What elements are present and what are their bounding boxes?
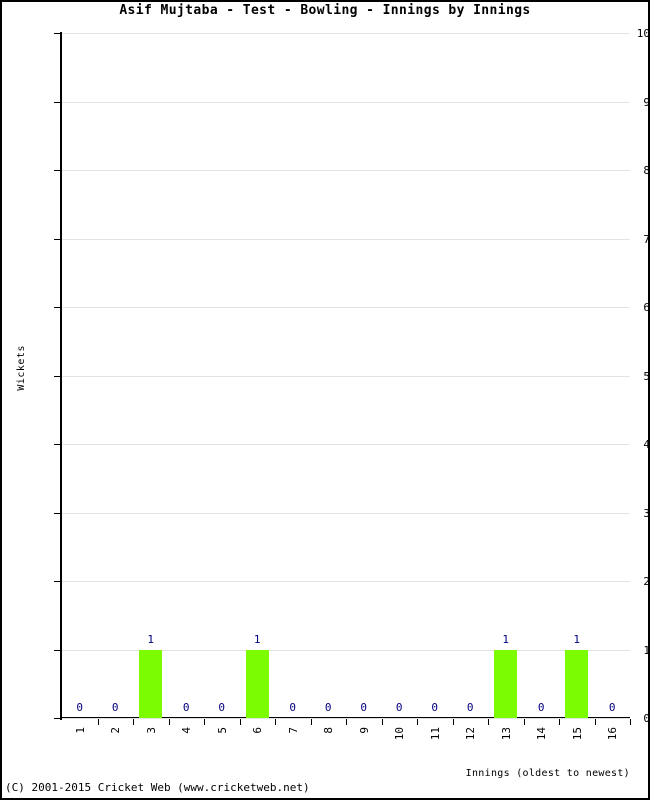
bar-slot[interactable]: 1 [494, 33, 518, 718]
bar-slot[interactable]: 0 [281, 33, 304, 718]
x-tick-label: 8 [322, 727, 336, 734]
x-tick-mark [133, 719, 134, 725]
bar-value-label: 0 [111, 701, 119, 714]
x-tick-mark [275, 719, 276, 725]
bar-slot[interactable]: 0 [175, 33, 198, 718]
x-tick-mark [346, 719, 347, 725]
x-tick-label: 16 [606, 727, 620, 741]
bar-slot[interactable]: 0 [459, 33, 482, 718]
bar-value-label: 0 [360, 701, 368, 714]
x-tick-mark [488, 719, 489, 725]
page-border-top [0, 0, 650, 2]
x-tick-mark [310, 719, 312, 725]
y-tick-mark [54, 238, 60, 240]
page-border-left [0, 0, 2, 800]
y-tick-mark [54, 375, 60, 377]
bar-slot[interactable]: 0 [352, 33, 375, 718]
bar-value-label: 1 [502, 632, 510, 646]
x-tick-mark [168, 719, 170, 725]
chart-page: Asif Mujtaba - Test - Bowling - Innings … [0, 0, 650, 800]
bar-slot[interactable]: 0 [530, 33, 553, 718]
x-tick-label: 1 [73, 727, 87, 734]
bar-slot[interactable]: 0 [317, 33, 340, 718]
bar-slot[interactable]: 0 [68, 33, 91, 718]
x-axis-title: Innings (oldest to newest) [465, 768, 630, 779]
y-tick-mark [54, 649, 60, 651]
bar-value-label: 0 [218, 701, 226, 714]
x-tick-label: 2 [109, 727, 123, 734]
x-tick-mark [559, 719, 560, 725]
x-tick-label: 6 [251, 727, 265, 734]
bar-value-label: 1 [147, 632, 155, 646]
bar[interactable] [139, 649, 163, 718]
bar-slot[interactable]: 1 [245, 33, 269, 718]
bar-value-label: 0 [537, 701, 545, 714]
x-tick-label: 15 [570, 727, 584, 741]
bar-value-label: 0 [466, 701, 474, 714]
x-tick-label: 4 [180, 727, 194, 734]
bar-value-label: 0 [182, 701, 190, 714]
bar-value-label: 0 [289, 701, 297, 714]
x-tick-label: 13 [499, 727, 513, 741]
bar-slot[interactable]: 0 [423, 33, 446, 718]
y-tick-mark [54, 512, 60, 514]
y-tick-mark [54, 581, 60, 582]
x-tick-mark [417, 719, 418, 725]
x-tick-label: 7 [286, 727, 300, 734]
y-tick-mark [54, 307, 60, 308]
x-tick-mark [452, 719, 454, 725]
x-tick-mark [523, 719, 525, 725]
bar-value-label: 0 [608, 701, 616, 714]
bar-value-label: 0 [324, 701, 332, 714]
x-tick-label: 5 [215, 727, 229, 734]
bar-slot[interactable]: 1 [565, 33, 589, 718]
bar[interactable] [565, 649, 589, 718]
footer-copyright: (C) 2001-2015 Cricket Web (www.cricketwe… [5, 781, 310, 794]
bar-slot[interactable]: 0 [210, 33, 233, 718]
bar-slot[interactable]: 0 [601, 33, 624, 718]
bar-value-label: 0 [431, 701, 439, 714]
y-tick-mark [54, 718, 60, 719]
x-tick-label: 9 [357, 727, 371, 734]
bar-slot[interactable]: 0 [104, 33, 127, 718]
plot-area: 0 0 1 0 0 1 0 0 0 0 0 0 1 0 1 0 [62, 33, 630, 719]
x-tick-mark [381, 719, 383, 725]
bar-slot[interactable]: 0 [388, 33, 411, 718]
bar-value-label: 0 [395, 701, 403, 714]
y-tick-mark [54, 444, 60, 445]
bar-value-label: 1 [573, 632, 581, 646]
x-tick-label: 3 [144, 727, 158, 734]
x-tick-mark [204, 719, 205, 725]
y-tick-mark [54, 170, 60, 171]
chart-title: Asif Mujtaba - Test - Bowling - Innings … [119, 3, 531, 18]
x-tick-label: 14 [535, 727, 549, 741]
x-tick-mark [630, 719, 631, 725]
y-tick-mark [54, 33, 60, 34]
x-tick-mark [239, 719, 241, 725]
y-tick-mark [54, 101, 60, 103]
bar[interactable] [494, 649, 518, 718]
bar-value-label: 1 [253, 632, 261, 646]
x-tick-label: 10 [393, 727, 407, 741]
bar[interactable] [245, 649, 269, 718]
bar-slot[interactable]: 1 [139, 33, 163, 718]
y-axis-title: Wickets [16, 345, 27, 391]
x-tick-mark [594, 719, 596, 725]
x-tick-label: 11 [428, 727, 442, 741]
bar-value-label: 0 [76, 701, 84, 714]
x-tick-mark [97, 719, 99, 725]
x-tick-label: 12 [464, 727, 478, 741]
